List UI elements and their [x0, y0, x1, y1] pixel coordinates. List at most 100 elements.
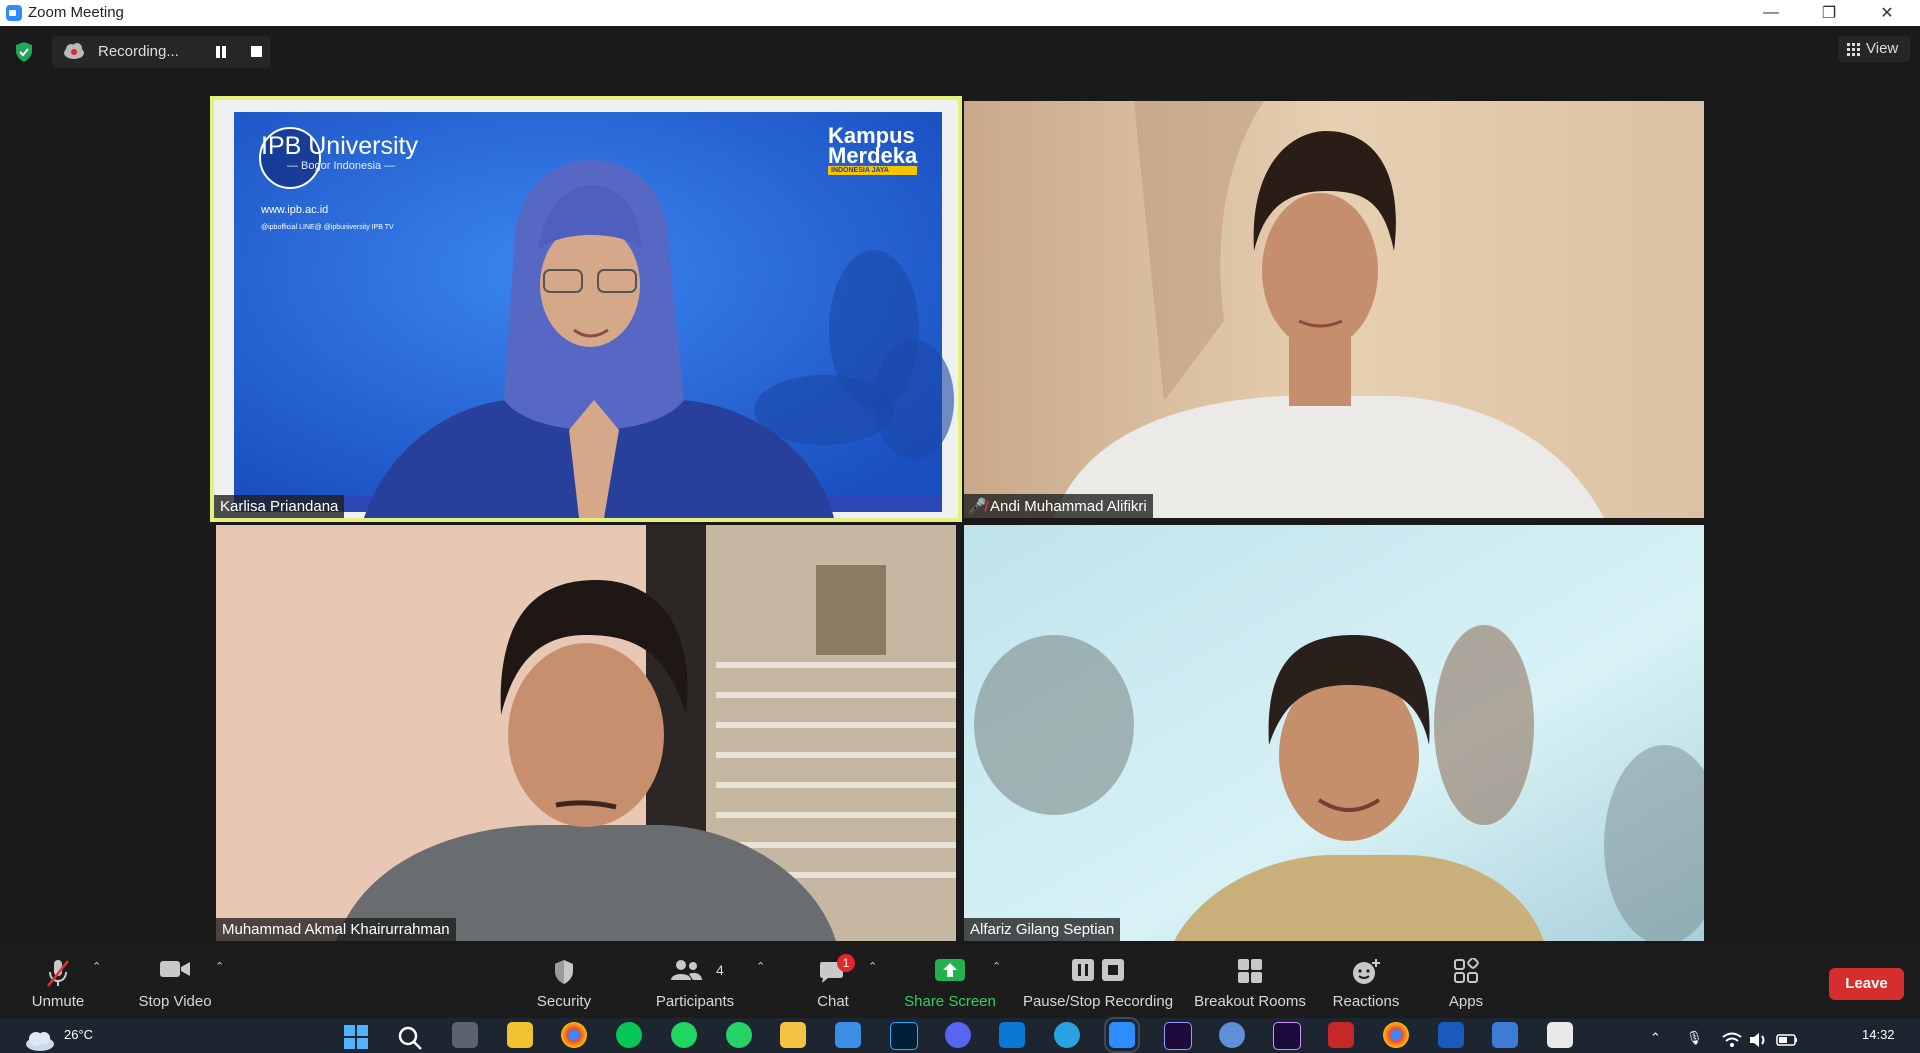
participant-name-akmal: Muhammad Akmal Khairurrahman [216, 918, 456, 941]
unmute-label: Unmute [31, 993, 85, 1010]
participants-options-caret[interactable]: ⌃ [756, 960, 766, 973]
sticky-notes-icon[interactable] [507, 1022, 533, 1048]
participants-button[interactable]: 4 Participants [650, 944, 740, 1018]
chat-label: Chat [817, 993, 849, 1010]
reactions-button[interactable]: Reactions [1328, 944, 1404, 1018]
zoom-taskbar-icon[interactable] [1104, 1017, 1140, 1053]
stop-video-label: Stop Video [138, 993, 212, 1010]
line-app-icon[interactable] [616, 1022, 642, 1048]
pause-stop-recording-icon [1072, 959, 1124, 981]
close-button[interactable]: ✕ [1858, 0, 1916, 26]
background-subtitle-text: — Bogor Indonesia — [287, 160, 396, 172]
share-screen-button[interactable]: Share Screen [900, 944, 1000, 1018]
wifi-icon[interactable] [1722, 1032, 1742, 1048]
video-feed-alfariz [964, 525, 1704, 941]
pause-stop-recording-label: Pause/Stop Recording [1022, 993, 1174, 1010]
security-button[interactable]: Security [526, 944, 602, 1018]
search-icon[interactable] [397, 1025, 423, 1051]
recording-label: Recording... [98, 43, 179, 60]
unmute-button[interactable]: Unmute [22, 944, 94, 1018]
background-website-text: www.ipb.ac.id [261, 204, 329, 216]
chat-unread-badge: 1 [837, 954, 855, 972]
rstudio-icon[interactable] [1219, 1022, 1245, 1048]
apps-label: Apps [1448, 993, 1484, 1010]
video-feed-akmal [216, 525, 956, 941]
video-tile-akmal[interactable]: Muhammad Akmal Khairurrahman [216, 525, 956, 941]
word-icon[interactable] [1438, 1022, 1464, 1048]
encryption-shield-icon[interactable] [14, 41, 34, 63]
reactions-label: Reactions [1332, 993, 1400, 1010]
share-screen-icon [935, 959, 965, 981]
video-tile-karlisa[interactable]: IPB University — Bogor Indonesia — www.i… [214, 100, 958, 518]
chat-button[interactable]: 1 Chat [800, 944, 866, 1018]
title-bar: Zoom Meeting — ❐ ✕ [0, 0, 1920, 26]
leave-button[interactable]: Leave [1829, 968, 1904, 1000]
pause-stop-recording-button[interactable]: Pause/Stop Recording [1022, 944, 1174, 1018]
weather-cloud-icon[interactable] [22, 1028, 56, 1052]
share-screen-label: Share Screen [904, 993, 996, 1010]
vscode-icon[interactable] [999, 1022, 1025, 1048]
photoshop-icon[interactable] [890, 1022, 918, 1050]
security-shield-icon [555, 960, 573, 984]
breakout-rooms-label: Breakout Rooms [1194, 993, 1306, 1010]
clock-time[interactable]: 14:32 [1862, 1027, 1895, 1042]
background-university-text: IPB University [261, 132, 418, 160]
breakout-rooms-icon [1238, 959, 1262, 983]
zoom-app-icon [6, 5, 22, 21]
pdf-reader-icon[interactable] [1328, 1022, 1354, 1048]
premiere-icon[interactable] [1164, 1022, 1192, 1050]
telegram-icon[interactable] [1054, 1022, 1080, 1048]
video-tile-andi[interactable]: 🎤̸ Andi Muhammad Alifikri [964, 101, 1704, 518]
battery-icon[interactable] [1776, 1034, 1798, 1046]
stop-video-button[interactable]: Stop Video [130, 944, 220, 1018]
discord-icon[interactable] [945, 1022, 971, 1048]
tray-overflow-chevron-icon[interactable]: ⌃ [1650, 1030, 1661, 1046]
restore-button[interactable]: ❐ [1800, 0, 1858, 26]
grid-view-icon [1847, 43, 1860, 56]
brand-line-2: Merdeka [828, 143, 918, 168]
snipping-tool-icon[interactable] [1547, 1022, 1573, 1048]
participant-name-alfariz: Alfariz Gilang Septian [964, 918, 1121, 941]
video-tile-alfariz[interactable]: Alfariz Gilang Septian [964, 525, 1704, 941]
after-effects-icon[interactable] [1273, 1022, 1301, 1050]
participant-name-andi-label: Andi Muhammad Alifikri [990, 498, 1147, 515]
tray-microphone-icon[interactable]: 🎙 [1686, 1030, 1703, 1046]
share-options-caret[interactable]: ⌃ [992, 960, 1002, 973]
stop-recording-icon[interactable] [251, 46, 262, 57]
muted-microphone-icon [47, 960, 69, 987]
background-socials-text: @ipbofficial LINE@ @ipbuniversity IPB TV [261, 224, 394, 231]
video-feed-andi [964, 101, 1704, 518]
cloud-recording-icon [64, 43, 84, 59]
task-view-icon[interactable] [452, 1022, 478, 1048]
muted-mic-icon: 🎤̸ [968, 498, 987, 515]
participant-name-karlisa: Karlisa Priandana [214, 495, 345, 518]
view-button[interactable]: View [1838, 36, 1910, 62]
apps-button[interactable]: Apps [1430, 944, 1502, 1018]
windows-start-icon[interactable] [343, 1024, 369, 1050]
notepad-icon[interactable] [1492, 1022, 1518, 1048]
reactions-smiley-icon [1353, 959, 1380, 984]
weather-temperature[interactable]: 26°C [64, 1027, 93, 1042]
whatsapp-icon[interactable] [726, 1022, 752, 1048]
window-title: Zoom Meeting [28, 4, 124, 21]
meeting-toolbar: Unmute ⌃ Stop Video ⌃ Security 4 Partici… [0, 944, 1920, 1018]
video-camera-icon [160, 961, 190, 977]
participants-count: 4 [716, 962, 724, 978]
participants-label: Participants [655, 993, 735, 1010]
audio-options-caret[interactable]: ⌃ [92, 960, 102, 973]
file-explorer-icon[interactable] [780, 1022, 806, 1048]
mail-icon[interactable] [835, 1022, 861, 1048]
pause-recording-icon[interactable] [215, 46, 227, 58]
video-options-caret[interactable]: ⌃ [215, 960, 225, 973]
chat-options-caret[interactable]: ⌃ [868, 960, 878, 973]
chrome-profile-icon[interactable] [1383, 1022, 1409, 1048]
participant-name-andi: 🎤̸ Andi Muhammad Alifikri [964, 494, 1153, 518]
spotify-icon[interactable] [671, 1022, 697, 1048]
apps-icon [1454, 958, 1479, 983]
chrome-icon[interactable] [561, 1022, 587, 1048]
volume-icon[interactable] [1748, 1032, 1768, 1048]
minimize-button[interactable]: — [1742, 0, 1800, 26]
view-label: View [1866, 40, 1899, 57]
recording-indicator: Recording... [52, 36, 270, 68]
breakout-rooms-button[interactable]: Breakout Rooms [1190, 944, 1310, 1018]
